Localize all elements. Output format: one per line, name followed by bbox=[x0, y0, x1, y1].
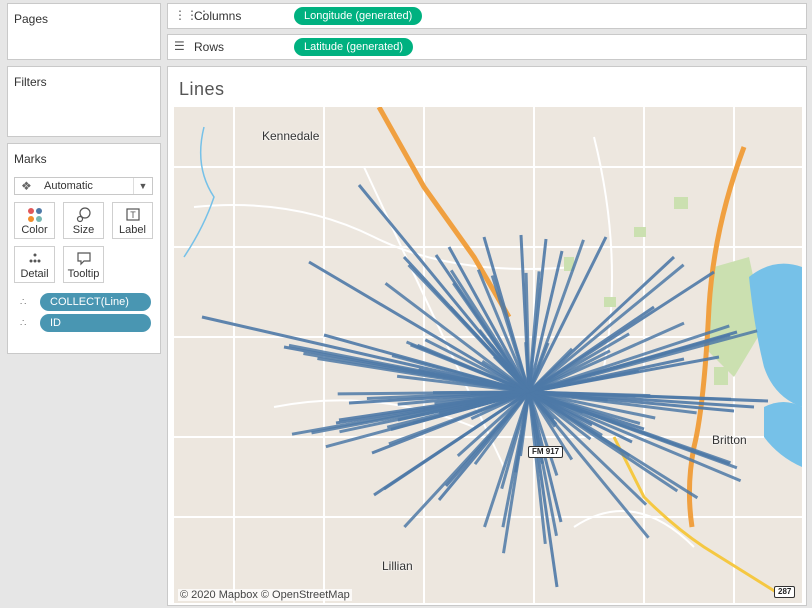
line-marks bbox=[201, 184, 769, 588]
label-button[interactable]: T Label bbox=[112, 202, 153, 239]
line-mark[interactable] bbox=[337, 390, 530, 396]
marks-title: Marks bbox=[14, 152, 47, 166]
size-button-label: Size bbox=[72, 224, 95, 236]
label-button-label: Label bbox=[119, 224, 146, 236]
detail-icon bbox=[15, 250, 54, 268]
map-attribution[interactable]: © 2020 Mapbox © OpenStreetMap bbox=[178, 589, 352, 601]
viz-title: Lines bbox=[179, 79, 225, 99]
color-button-label: Color bbox=[21, 224, 48, 236]
rows-shelf[interactable]: ☰ Rows Latitude (generated) bbox=[167, 34, 807, 60]
size-button[interactable]: Size bbox=[63, 202, 104, 239]
marks-card: Marks ❖ Automatic ▼ Color Size T Label D… bbox=[7, 143, 161, 354]
place-label-lillian: Lillian bbox=[382, 559, 413, 573]
latitude-pill[interactable]: Latitude (generated) bbox=[294, 38, 414, 56]
color-icon bbox=[15, 206, 54, 224]
detail-icon: ∴ bbox=[20, 297, 26, 308]
longitude-pill[interactable]: Longitude (generated) bbox=[294, 7, 423, 25]
filters-title: Filters bbox=[14, 75, 47, 89]
pages-card[interactable]: Pages bbox=[7, 3, 161, 60]
rows-icon: ☰ bbox=[174, 39, 185, 53]
mark-type-label: Automatic bbox=[44, 180, 93, 192]
detail-button-label: Detail bbox=[20, 268, 49, 280]
line-mark[interactable] bbox=[528, 324, 730, 394]
label-icon: T bbox=[113, 206, 152, 224]
rows-label: Rows bbox=[194, 40, 225, 54]
columns-shelf[interactable]: ⋮⋮⋮ Columns Longitude (generated) bbox=[167, 3, 807, 29]
tooltip-button-label: Tooltip bbox=[67, 268, 100, 280]
tooltip-icon bbox=[64, 250, 103, 268]
place-label-britton: Britton bbox=[712, 433, 747, 447]
tooltip-button[interactable]: Tooltip bbox=[63, 246, 104, 283]
automatic-mark-icon: ❖ bbox=[21, 179, 32, 193]
size-icon bbox=[64, 206, 103, 224]
detail-icon: ∴ bbox=[20, 318, 26, 329]
svg-text:T: T bbox=[130, 210, 136, 220]
road-shield-fm917: FM 917 bbox=[528, 446, 564, 458]
filters-card[interactable]: Filters bbox=[7, 66, 161, 137]
collect-line-pill[interactable]: COLLECT(Line) bbox=[40, 293, 151, 311]
road-shield-287: 287 bbox=[774, 586, 796, 598]
map-canvas[interactable] bbox=[174, 107, 802, 603]
id-pill[interactable]: ID bbox=[40, 314, 151, 332]
chevron-down-icon[interactable]: ▼ bbox=[133, 178, 152, 194]
color-button[interactable]: Color bbox=[14, 202, 55, 239]
place-label-kennedale: Kennedale bbox=[262, 129, 320, 143]
viz-area: Lines Kennedale Britton Lillian FM 917 2… bbox=[167, 66, 807, 606]
columns-label: Columns bbox=[194, 9, 242, 23]
pages-title: Pages bbox=[14, 12, 49, 26]
map[interactable]: Kennedale Britton Lillian FM 917 287 © 2… bbox=[174, 107, 802, 603]
detail-button[interactable]: Detail bbox=[14, 246, 55, 283]
mark-type-dropdown[interactable]: ❖ Automatic ▼ bbox=[14, 177, 153, 195]
